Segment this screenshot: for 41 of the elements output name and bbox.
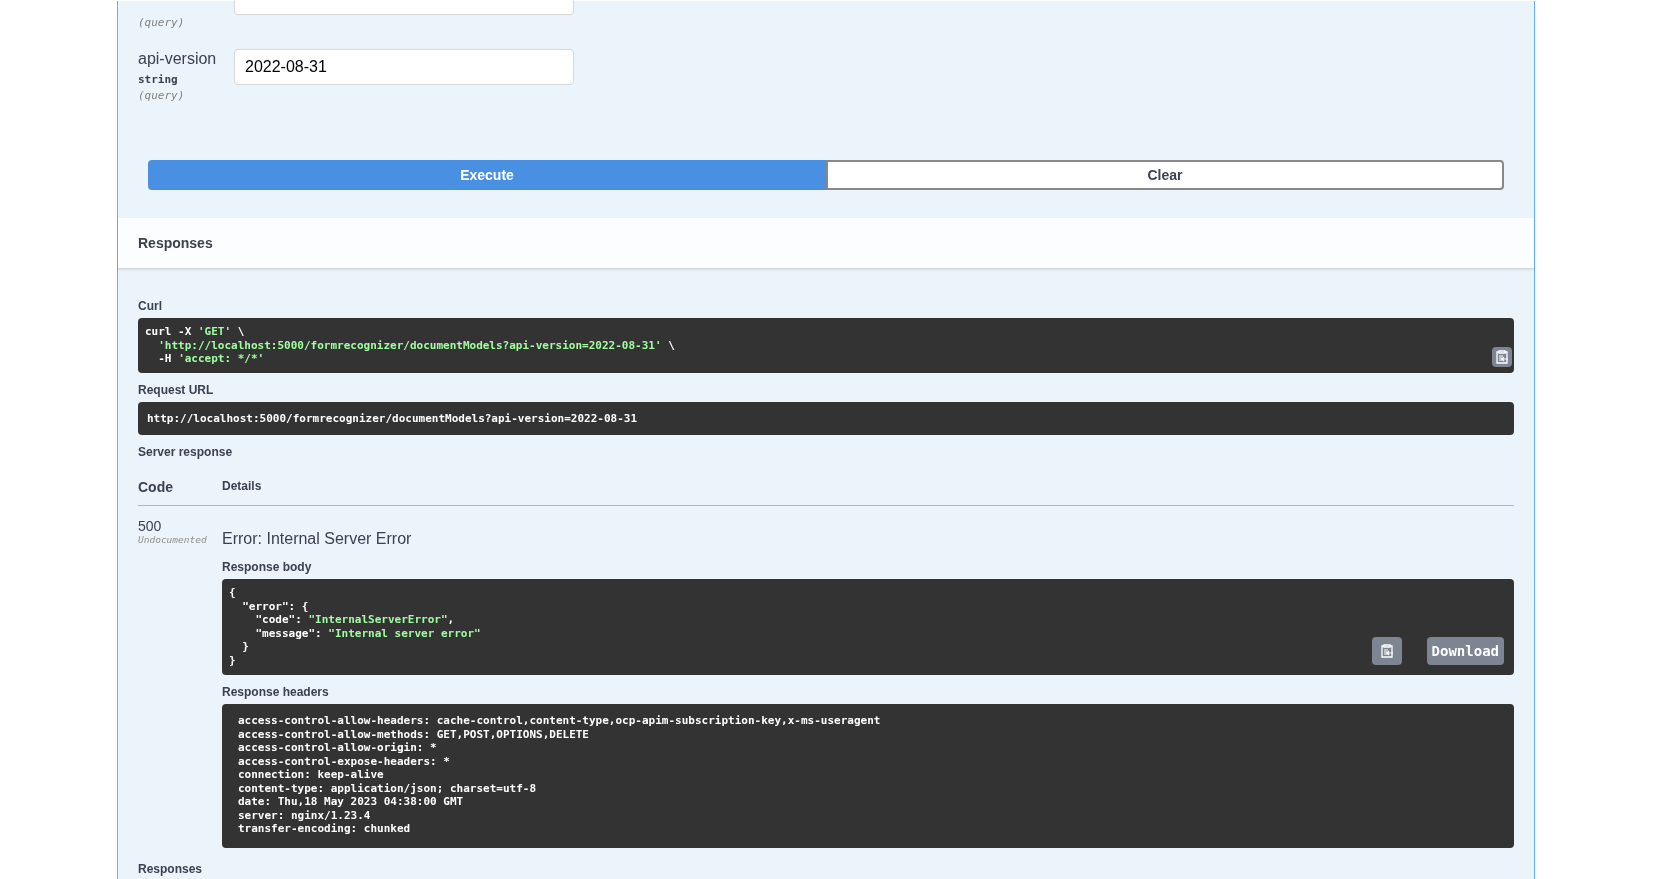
parameter-name: api-version bbox=[138, 49, 218, 69]
code-line: "error": { bbox=[241, 599, 309, 613]
status-note: Undocumented bbox=[138, 534, 207, 545]
request-url: http://localhost:5000/formrecognizer/documentModels?api-version=2022-08-31 bbox=[147, 411, 638, 425]
error-title: Error: Internal Server Error bbox=[222, 530, 412, 548]
clipboard-icon bbox=[1495, 348, 1509, 365]
field-label: Server response bbox=[138, 445, 233, 459]
clipboard-icon bbox=[1380, 643, 1394, 659]
header-line: content-type: application/json; charset=utf-8 bbox=[238, 781, 536, 795]
header-line: access-control-allow-headers: cache-control,content-type,ocp-apim-subscription-key,x-ms-useragent bbox=[238, 714, 881, 728]
code-line: 'http://localhost:5000/formrecognizer/documentModels?api-version=2022-08-31' \ bbox=[157, 338, 675, 352]
copy-button[interactable] bbox=[1492, 346, 1512, 367]
field-label: Curl bbox=[138, 299, 162, 313]
field-label: Response body bbox=[222, 560, 312, 574]
code-line: "message": "Internal server error" bbox=[254, 626, 481, 640]
field-label: Request URL bbox=[138, 382, 214, 397]
section-title: Responses bbox=[138, 861, 203, 876]
header-line: transfer-encoding: chunked bbox=[238, 822, 411, 836]
parameter-field[interactable]: 2022-08-31 bbox=[234, 49, 574, 85]
field-label: Response headers bbox=[222, 685, 329, 699]
download-button[interactable]: Download bbox=[1426, 637, 1504, 665]
code-line: { bbox=[229, 586, 236, 600]
header-line: access-control-allow-methods: GET,POST,OPTIONS,DELETE bbox=[238, 727, 589, 741]
header-line: access-control-allow-origin: * bbox=[238, 741, 437, 755]
code-line: -H 'accept: */*' bbox=[157, 352, 265, 366]
status-code: 500 bbox=[138, 518, 162, 534]
clear-button[interactable]: Clear bbox=[826, 160, 1504, 190]
section-title: Responses bbox=[138, 235, 213, 251]
header-line: server: nginx/1.23.4 bbox=[238, 808, 371, 822]
parameter-type: string bbox=[138, 73, 179, 86]
code-line: } bbox=[241, 640, 249, 654]
parameter-location: (query) bbox=[138, 89, 186, 102]
code-line: "code": "InternalServerError", bbox=[254, 613, 455, 627]
code-line: } bbox=[229, 653, 236, 667]
code-line: curl -X 'GET' \ bbox=[145, 325, 245, 339]
column-header: Code bbox=[138, 473, 222, 506]
header-line: date: Thu,18 May 2023 04:38:00 GMT bbox=[238, 795, 464, 809]
column-header: Details bbox=[222, 473, 1514, 506]
header-line: access-control-expose-headers: * bbox=[238, 754, 450, 768]
header-line: connection: keep-alive bbox=[238, 768, 384, 782]
parameter-location: (query) bbox=[138, 16, 186, 29]
